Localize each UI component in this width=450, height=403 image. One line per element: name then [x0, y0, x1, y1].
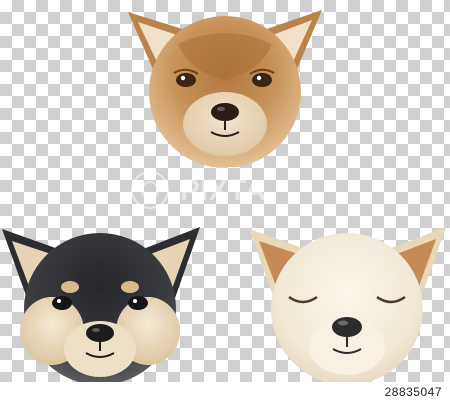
- nose-icon: [86, 324, 114, 342]
- nose-icon: [332, 317, 362, 337]
- nose-icon: [211, 103, 239, 121]
- image-id-label: 28835047: [384, 385, 442, 399]
- footer-bar: 28835047: [0, 382, 450, 403]
- red-shiba-inu-face: [128, 10, 322, 167]
- black-and-tan-shiba-inu-face: [2, 227, 200, 385]
- cream-shiba-inu-face: [249, 227, 446, 385]
